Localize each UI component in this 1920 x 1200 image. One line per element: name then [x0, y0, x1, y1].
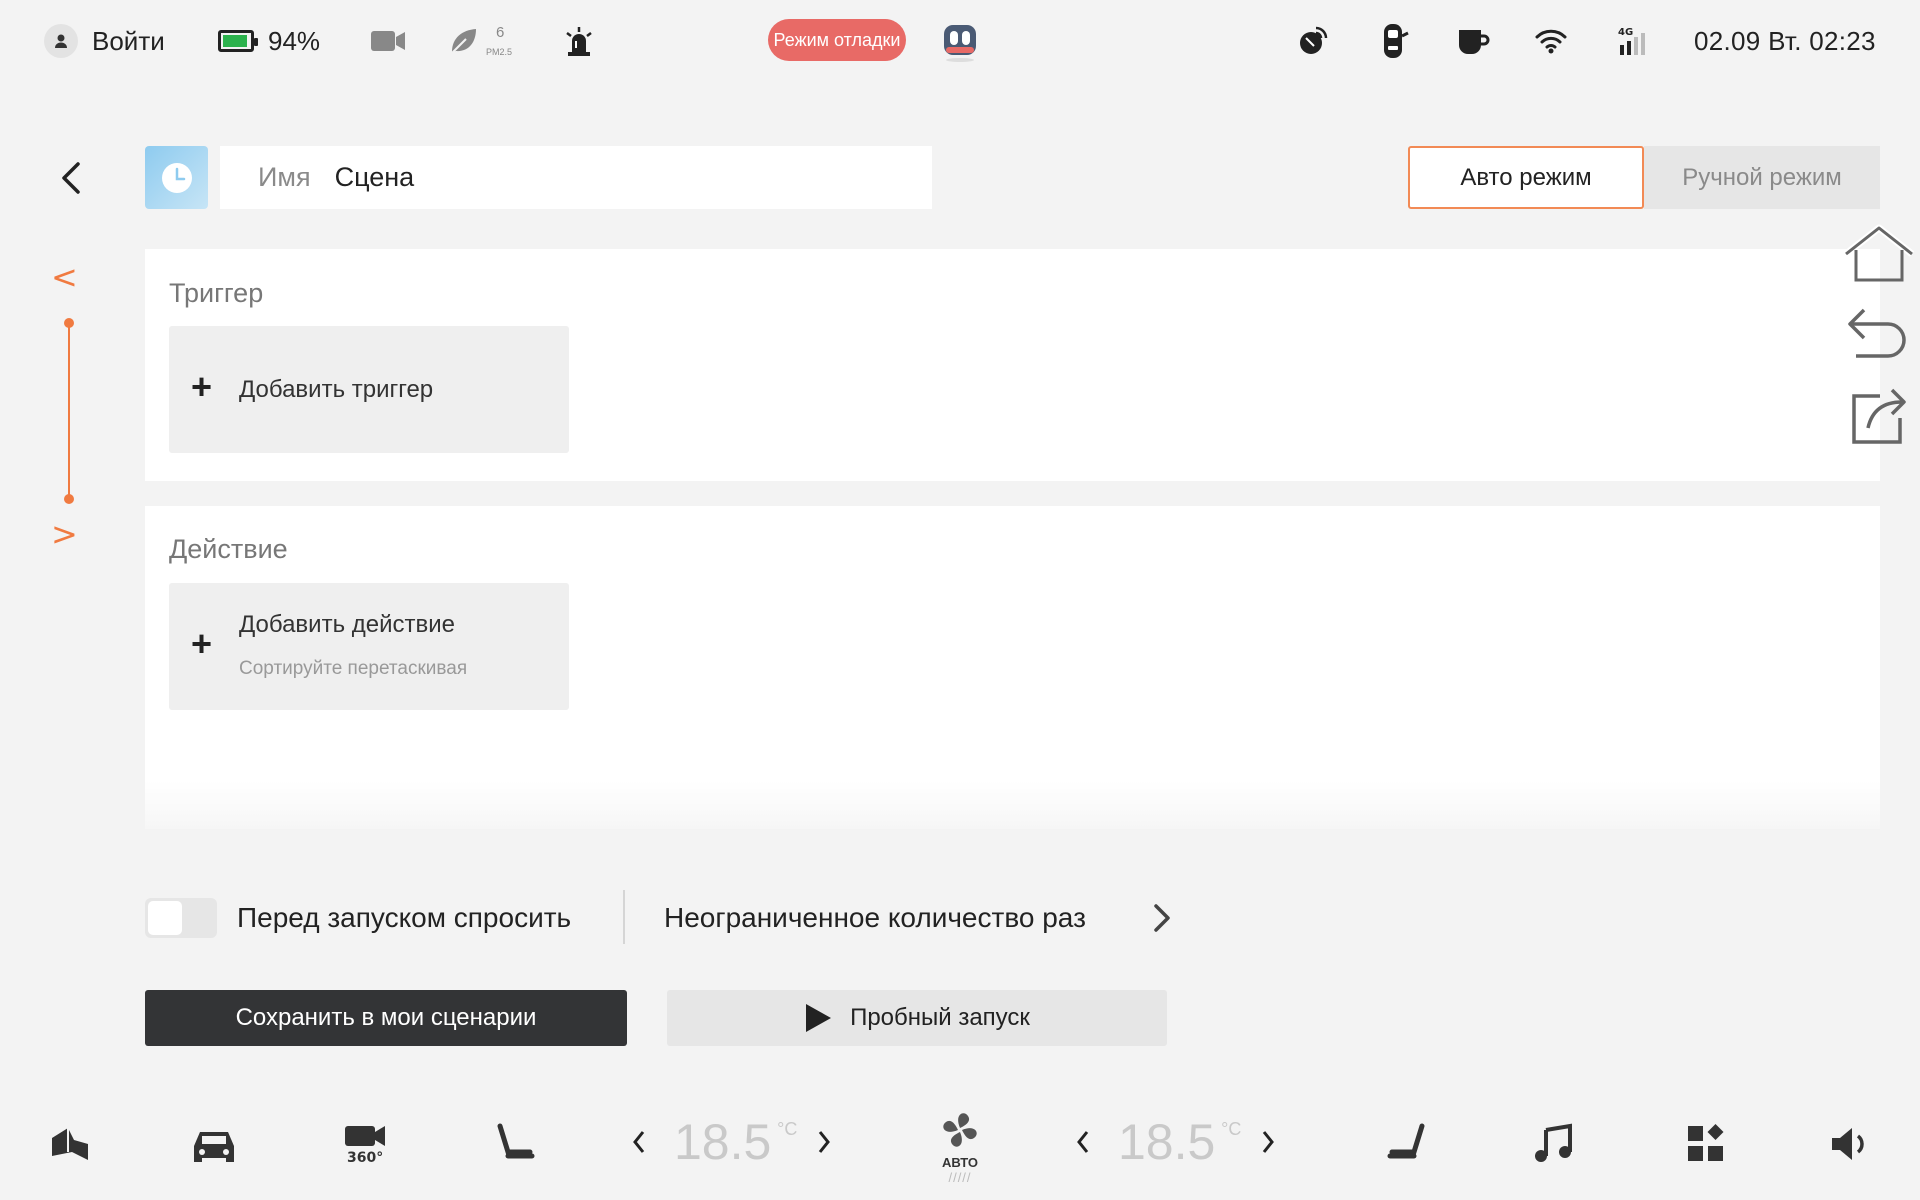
name-value[interactable]: Сцена [335, 162, 415, 193]
temp-right-value: 18.5 °C [1118, 1114, 1242, 1170]
manual-mode-tab[interactable]: Ручной режим [1644, 146, 1880, 209]
scroll-track[interactable] [68, 323, 70, 498]
cellular-signal-icon: 4G [1616, 20, 1650, 62]
ask-before-run-label: Перед запуском спросить [237, 902, 572, 933]
svg-text:360°: 360° [347, 1150, 383, 1166]
scroll-up-chevron-icon[interactable]: < [51, 258, 78, 296]
ask-before-run-toggle[interactable] [145, 898, 217, 938]
back-button[interactable] [54, 158, 88, 198]
trigger-panel: Триггер + Добавить триггер [145, 249, 1880, 481]
debug-mode-badge[interactable]: Режим отладки [768, 19, 906, 61]
alarm-icon[interactable] [562, 20, 596, 62]
action-title: Действие [169, 534, 288, 564]
play-icon [806, 1004, 832, 1032]
battery-percent: 94% [268, 25, 321, 56]
pm-value: 6 [496, 24, 505, 41]
action-panel: Действие + Добавить действие Сортируйте … [145, 506, 1880, 829]
mode-switch: Авто режим Ручной режим [1408, 146, 1880, 209]
trial-run-button[interactable]: Пробный запуск [667, 990, 1167, 1046]
temp-left-decrease-icon[interactable] [624, 1122, 654, 1162]
add-action-button[interactable]: + Добавить действие Сортируйте перетаски… [169, 583, 569, 710]
login-button[interactable]: Войти [44, 20, 165, 62]
battery-icon [218, 30, 258, 52]
temp-right-control: 18.5 °C [1068, 1110, 1283, 1174]
plus-icon: + [191, 623, 213, 664]
add-action-hint: Сортируйте перетаскивая [239, 658, 468, 679]
seat-right-icon[interactable] [1376, 1112, 1440, 1176]
battery-indicator: 94% [218, 20, 320, 62]
cup-icon[interactable] [1456, 20, 1490, 62]
clock: 02.09 Вт. 02:23 [1694, 25, 1876, 56]
trial-run-label: Пробный запуск [850, 1004, 1030, 1031]
camera-360-icon[interactable]: 360° [334, 1112, 398, 1176]
save-scenario-button[interactable]: Сохранить в мои сценарии [145, 990, 627, 1046]
share-icon[interactable] [1840, 382, 1918, 446]
wifi-icon[interactable] [1534, 20, 1568, 62]
fan-icon [943, 1113, 977, 1147]
volume-icon[interactable] [1818, 1112, 1882, 1176]
temp-left-control: 18.5 °C [624, 1110, 839, 1174]
auto-mode-tab[interactable]: Авто режим [1408, 146, 1644, 209]
bottom-dock: 360° 18.5 °C АВТО ///// 18.5 °C [0, 1090, 1920, 1200]
map-icon[interactable] [38, 1112, 102, 1176]
temp-left-value: 18.5 °C [674, 1114, 798, 1170]
svg-text:4G: 4G [1618, 27, 1633, 38]
scene-name-field[interactable]: Имя Сцена [220, 146, 932, 209]
fan-auto-label: АВТО [941, 1155, 978, 1170]
home-icon[interactable] [1840, 222, 1918, 286]
satellite-icon[interactable] [1296, 20, 1330, 62]
air-quality-icon[interactable] [448, 20, 478, 62]
plus-icon: + [191, 366, 213, 407]
fan-auto-button[interactable]: АВТО ///// [930, 1108, 990, 1188]
music-icon[interactable] [1522, 1112, 1586, 1176]
app-logo-icon[interactable] [942, 22, 978, 64]
add-trigger-label: Добавить триггер [239, 376, 434, 403]
car-door-icon[interactable] [1380, 20, 1410, 62]
scroll-dot-top [64, 318, 74, 328]
add-action-label: Добавить действие [239, 611, 455, 638]
scroll-dot-bottom [64, 494, 74, 504]
add-trigger-button[interactable]: + Добавить триггер [169, 326, 569, 453]
fan-level-icon: ///// [948, 1170, 972, 1185]
pm-label: PM2.5 [486, 47, 513, 57]
seat-left-icon[interactable] [482, 1112, 546, 1176]
apps-grid-icon[interactable] [1674, 1112, 1738, 1176]
scene-clock-icon[interactable] [145, 146, 208, 209]
trigger-title: Триггер [169, 278, 264, 308]
dashcam-icon[interactable] [370, 20, 406, 62]
run-count-selector[interactable]: Неограниченное количество раз [664, 902, 1086, 934]
user-icon [44, 24, 78, 58]
temp-right-increase-icon[interactable] [1253, 1122, 1283, 1162]
login-label: Войти [92, 25, 165, 56]
divider [623, 890, 625, 944]
chevron-right-icon[interactable] [1150, 900, 1174, 936]
status-bar: Войти 94% 6 PM2.5 Режим отладки 4G 02.09… [0, 0, 1920, 82]
scroll-down-chevron-icon[interactable]: > [51, 515, 78, 553]
car-icon[interactable] [182, 1112, 246, 1176]
undo-icon[interactable] [1840, 302, 1918, 366]
temp-left-increase-icon[interactable] [809, 1122, 839, 1162]
name-label: Имя [258, 162, 311, 192]
temp-right-decrease-icon[interactable] [1068, 1122, 1098, 1162]
